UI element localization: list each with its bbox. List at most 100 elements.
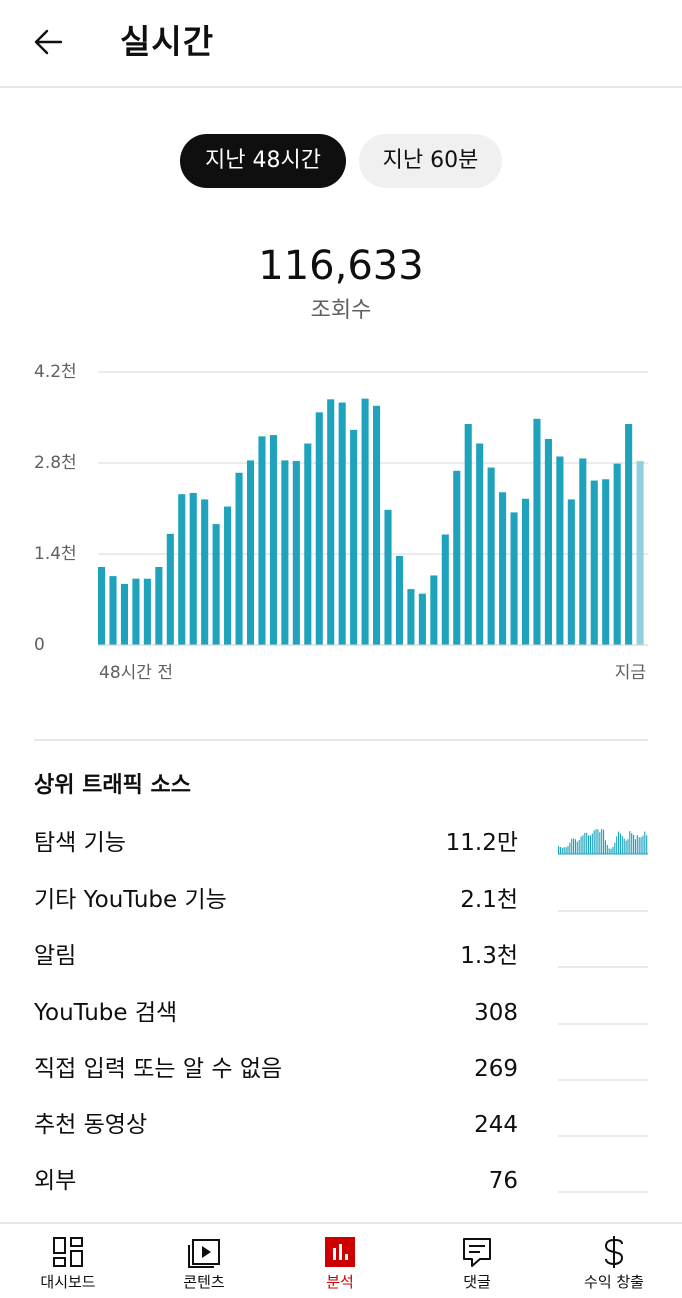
nav-label: 분석	[326, 1273, 354, 1291]
chart-bar[interactable]	[613, 463, 621, 645]
range-tabs: 지난 48시간 지난 60분	[0, 134, 682, 190]
chart-bar[interactable]	[201, 499, 209, 645]
dashboard-icon	[50, 1234, 86, 1270]
tab-last-60-minutes[interactable]: 지난 60분	[359, 134, 502, 188]
chart-bar[interactable]	[212, 524, 220, 645]
chart-bar[interactable]	[178, 494, 186, 645]
sparkline-bar	[593, 830, 595, 854]
realtime-views-chart: 4.2천 2.8천 1.4천 0 48시간 전 지금	[0, 356, 682, 696]
chart-bar[interactable]	[373, 405, 381, 645]
sparkline-bar	[633, 834, 635, 854]
content-icon	[186, 1234, 222, 1270]
chart-bar[interactable]	[109, 576, 117, 645]
traffic-source-row[interactable]: 직접 입력 또는 알 수 없음 269	[34, 1049, 648, 1089]
sparkline-bar	[580, 836, 582, 854]
traffic-source-row[interactable]: 탐색 기능 11.2만	[34, 823, 648, 863]
traffic-sources-title: 상위 트래픽 소스	[34, 773, 191, 798]
chart-bar[interactable]	[224, 506, 232, 645]
chart-bar[interactable]	[384, 509, 392, 645]
sparkline-bar	[636, 835, 638, 854]
chart-bar[interactable]	[98, 567, 106, 645]
chart-bar[interactable]	[476, 443, 484, 646]
chart-bar[interactable]	[395, 555, 404, 645]
chart-bar[interactable]	[166, 533, 174, 645]
chart-bar[interactable]	[625, 424, 633, 645]
comments-icon	[459, 1234, 495, 1270]
traffic-source-row[interactable]: 기타 YouTube 기능 2.1천	[34, 880, 648, 920]
chart-plot	[98, 371, 648, 646]
chart-bar[interactable]	[304, 443, 312, 646]
chart-bar[interactable]	[269, 435, 277, 645]
sparkline-bar	[614, 842, 616, 854]
chart-bar[interactable]	[418, 593, 426, 645]
chart-bar[interactable]	[567, 499, 575, 645]
traffic-source-row[interactable]: YouTube 검색 308	[34, 993, 648, 1033]
section-divider	[34, 739, 648, 741]
chart-bar[interactable]	[281, 460, 289, 645]
chart-bar[interactable]	[315, 412, 323, 645]
chart-bar[interactable]	[556, 456, 564, 646]
sparkline-bar	[610, 848, 612, 854]
traffic-source-value: 76	[488, 1168, 518, 1194]
chart-bar[interactable]	[350, 429, 358, 645]
chart-bar[interactable]	[453, 470, 461, 645]
nav-item-content[interactable]: 콘텐츠	[136, 1224, 272, 1298]
sparkline-bar	[619, 833, 622, 854]
chart-bar[interactable]	[590, 480, 598, 645]
chart-bar[interactable]	[487, 467, 495, 645]
chart-bar[interactable]	[338, 402, 346, 645]
chart-bar[interactable]	[464, 424, 472, 645]
traffic-source-row[interactable]: 알림 1.3천	[34, 936, 648, 976]
traffic-source-name: 추천 동영상	[34, 1112, 148, 1138]
back-button[interactable]	[26, 20, 70, 64]
sparkline-bar	[616, 836, 618, 854]
sparkline-bar	[569, 842, 571, 854]
sparkline-bar	[608, 848, 610, 854]
nav-item-dashboard[interactable]: 대시보드	[0, 1224, 136, 1298]
arrow-back-icon	[34, 29, 63, 55]
chart-bar[interactable]	[292, 461, 300, 645]
nav-item-comments[interactable]: 댓글	[409, 1224, 545, 1298]
sparkline-bar	[612, 846, 614, 854]
chart-bar[interactable]	[120, 583, 129, 645]
chart-bar[interactable]	[132, 578, 140, 645]
chart-bar[interactable]	[327, 399, 335, 645]
traffic-source-row[interactable]: 추천 동영상 244	[34, 1105, 648, 1145]
chart-bar[interactable]	[189, 492, 197, 645]
chart-bar[interactable]	[155, 567, 163, 645]
nav-item-monetization[interactable]: 수익 창출	[546, 1224, 682, 1298]
traffic-source-row[interactable]: 외부 76	[34, 1161, 648, 1201]
sparkline-bar	[629, 831, 631, 854]
chart-bar[interactable]	[361, 398, 369, 645]
nav-item-analytics[interactable]: 분석	[272, 1224, 408, 1298]
chart-bar[interactable]	[636, 461, 644, 645]
sparkline-bar	[634, 839, 637, 854]
chart-bar[interactable]	[246, 460, 255, 645]
chart-bar[interactable]	[143, 578, 151, 645]
chart-bar[interactable]	[499, 492, 507, 645]
tab-last-48-hours[interactable]: 지난 48시간	[180, 134, 346, 188]
chart-bar[interactable]	[602, 479, 610, 645]
traffic-source-value: 2.1천	[460, 887, 518, 913]
chart-bar[interactable]	[258, 436, 266, 645]
sparkline-bar	[558, 846, 560, 854]
analytics-icon	[322, 1234, 358, 1270]
sparkline-bar	[595, 829, 597, 854]
dollar-icon	[596, 1234, 632, 1270]
chart-bar[interactable]	[510, 512, 518, 645]
chart-bar[interactable]	[579, 458, 587, 645]
nav-label: 댓글	[463, 1273, 491, 1291]
traffic-source-name: YouTube 검색	[34, 1000, 178, 1026]
traffic-sparkline	[558, 1023, 648, 1025]
sparkline-bar	[642, 835, 644, 854]
chart-bar[interactable]	[533, 418, 541, 645]
chart-bar[interactable]	[235, 472, 243, 645]
chart-bar[interactable]	[407, 589, 415, 645]
chart-bar[interactable]	[430, 575, 438, 645]
traffic-sparkline	[558, 910, 648, 912]
chart-bar[interactable]	[521, 498, 530, 645]
traffic-source-name: 직접 입력 또는 알 수 없음	[34, 1056, 283, 1082]
chart-bar[interactable]	[544, 438, 552, 645]
chart-bar[interactable]	[441, 534, 449, 646]
sparkline-bar	[603, 829, 605, 854]
